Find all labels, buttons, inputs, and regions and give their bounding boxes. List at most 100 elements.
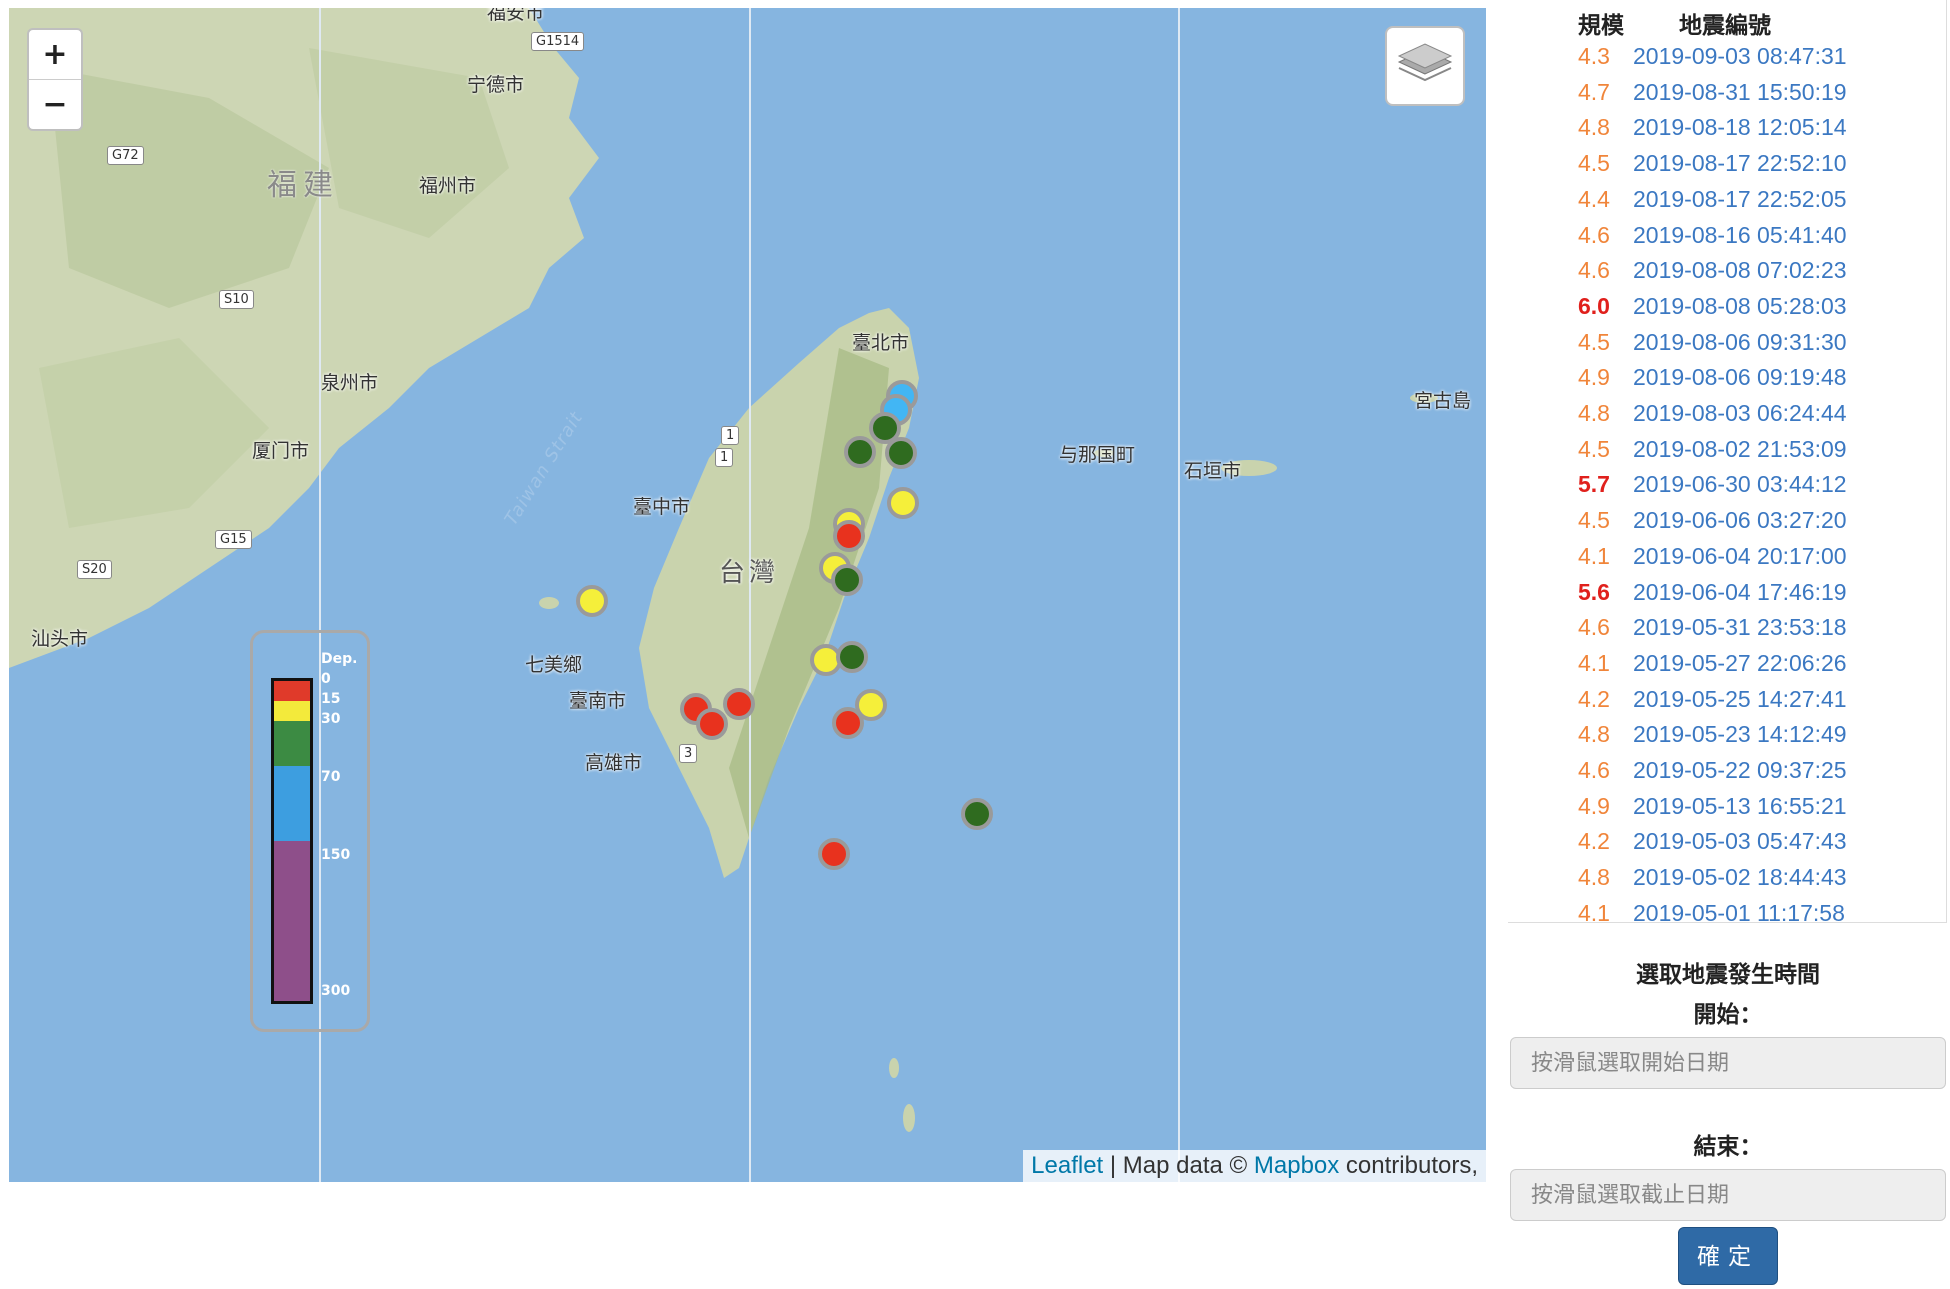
- list-item[interactable]: 4.4 2019-08-17 22:52:05: [1578, 181, 1847, 217]
- earthquake-marker[interactable]: [885, 437, 917, 469]
- list-item[interactable]: 5.6 2019-06-04 17:46:19: [1578, 574, 1847, 610]
- end-date-input[interactable]: 按滑鼠選取截止日期: [1510, 1169, 1946, 1221]
- magnitude-value: 4.5: [1578, 328, 1610, 355]
- earthquake-marker[interactable]: [723, 688, 755, 720]
- start-date-input[interactable]: 按滑鼠選取開始日期: [1510, 1037, 1946, 1089]
- magnitude-value: 4.1: [1578, 649, 1610, 676]
- list-item[interactable]: 4.1 2019-06-04 20:17:00: [1578, 538, 1847, 574]
- list-item[interactable]: 4.5 2019-08-17 22:52:10: [1578, 145, 1847, 181]
- quake-time-link[interactable]: 2019-05-22 09:37:25: [1633, 757, 1847, 783]
- zoom-control: + −: [27, 28, 83, 131]
- magnitude-value: 4.2: [1578, 828, 1610, 855]
- quake-time-link[interactable]: 2019-06-04 17:46:19: [1633, 579, 1847, 605]
- road-s10: S10: [219, 290, 254, 309]
- earthquake-map[interactable]: 福安市 福建 宁德市 福州市 泉州市 厦门市 汕头市 臺北市 臺中市 台灣 七美…: [9, 8, 1486, 1182]
- quake-time-link[interactable]: 2019-05-31 23:53:18: [1633, 614, 1847, 640]
- quake-time-link[interactable]: 2019-08-08 05:28:03: [1633, 293, 1847, 319]
- magnitude-value: 4.5: [1578, 150, 1610, 177]
- earthquake-marker[interactable]: [696, 708, 728, 740]
- list-item[interactable]: 4.8 2019-05-02 18:44:43: [1578, 859, 1847, 895]
- quake-time-link[interactable]: 2019-05-23 14:12:49: [1633, 721, 1847, 747]
- mapbox-link[interactable]: Mapbox: [1254, 1152, 1339, 1179]
- start-label: 開始：: [1693, 1001, 1763, 1027]
- earthquake-list[interactable]: 規模 地震編號 4.3 2019-09-03 08:47:31 4.7 2019-08-…: [1508, 0, 1947, 923]
- quake-time-link[interactable]: 2019-08-18 12:05:14: [1633, 114, 1847, 140]
- quake-time-link[interactable]: 2019-05-01 11:17:58: [1633, 900, 1845, 922]
- list-item[interactable]: 4.7 2019-08-31 15:50:19: [1578, 74, 1847, 110]
- magnitude-value: 4.3: [1578, 43, 1610, 69]
- earthquake-marker[interactable]: [818, 838, 850, 870]
- quake-time-link[interactable]: 2019-08-17 22:52:10: [1633, 150, 1847, 176]
- legend-tick-30: 30: [321, 711, 341, 727]
- quake-time-link[interactable]: 2019-06-06 03:27:20: [1633, 507, 1847, 533]
- attribution-tail: contributors,: [1339, 1152, 1478, 1179]
- list-item[interactable]: 6.0 2019-08-08 05:28:03: [1578, 288, 1847, 324]
- list-item[interactable]: 4.6 2019-08-08 07:02:23: [1578, 252, 1847, 288]
- list-item[interactable]: 4.2 2019-05-03 05:47:43: [1578, 823, 1847, 859]
- magnitude-value: 4.8: [1578, 864, 1610, 891]
- list-item[interactable]: 4.8 2019-05-23 14:12:49: [1578, 716, 1847, 752]
- magnitude-value: 4.8: [1578, 400, 1610, 426]
- list-item[interactable]: 4.1 2019-05-01 11:17:58: [1578, 895, 1845, 922]
- list-item[interactable]: 4.1 2019-05-27 22:06:26: [1578, 645, 1847, 681]
- quake-time-link[interactable]: 2019-05-25 14:27:41: [1633, 686, 1847, 712]
- earthquake-marker[interactable]: [887, 487, 919, 519]
- confirm-button[interactable]: 確定: [1678, 1227, 1778, 1285]
- earthquake-marker[interactable]: [810, 644, 842, 676]
- header-magnitude: 規模: [1578, 12, 1624, 38]
- quake-time-link[interactable]: 2019-08-03 06:24:44: [1633, 400, 1847, 426]
- quake-time-link[interactable]: 2019-05-03 05:47:43: [1633, 828, 1847, 854]
- quake-time-link[interactable]: 2019-08-06 09:31:30: [1633, 329, 1847, 355]
- list-item[interactable]: 4.5 2019-08-02 21:53:09: [1578, 431, 1847, 467]
- road-1b: 1: [715, 448, 734, 467]
- quake-time-link[interactable]: 2019-05-02 18:44:43: [1633, 864, 1847, 890]
- earthquake-marker[interactable]: [576, 585, 608, 617]
- quake-time-link[interactable]: 2019-08-17 22:52:05: [1633, 186, 1847, 212]
- zoom-out-button[interactable]: −: [29, 79, 81, 129]
- list-item[interactable]: 4.9 2019-08-06 09:19:48: [1578, 359, 1847, 395]
- quake-time-link[interactable]: 2019-09-03 08:47:31: [1633, 43, 1847, 69]
- leaflet-link[interactable]: Leaflet: [1031, 1152, 1103, 1179]
- quake-time-link[interactable]: 2019-08-06 09:19:48: [1633, 364, 1847, 390]
- road-g72: G72: [107, 146, 144, 165]
- earthquake-marker[interactable]: [836, 641, 868, 673]
- earthquake-marker[interactable]: [832, 707, 864, 739]
- list-item[interactable]: 4.5 2019-08-06 09:31:30: [1578, 324, 1847, 360]
- depth-legend: Dep. 0 15 30 70 150 300: [250, 630, 370, 1032]
- magnitude-value: 6.0: [1578, 292, 1610, 319]
- list-item[interactable]: 4.9 2019-05-13 16:55:21: [1578, 788, 1847, 824]
- quake-time-link[interactable]: 2019-05-27 22:06:26: [1633, 650, 1847, 676]
- earthquake-marker[interactable]: [844, 436, 876, 468]
- quake-time-link[interactable]: 2019-08-08 07:02:23: [1633, 257, 1847, 283]
- label-fujian: 福建: [267, 168, 339, 203]
- list-item[interactable]: 4.6 2019-05-31 23:53:18: [1578, 609, 1847, 645]
- list-item[interactable]: 4.6 2019-05-22 09:37:25: [1578, 752, 1847, 788]
- earthquake-marker[interactable]: [869, 412, 901, 444]
- quake-time-link[interactable]: 2019-08-31 15:50:19: [1633, 79, 1847, 105]
- list-item[interactable]: 4.5 2019-06-06 03:27:20: [1578, 502, 1847, 538]
- magnitude-value: 4.6: [1578, 757, 1610, 783]
- list-item[interactable]: 5.7 2019-06-30 03:44:12: [1578, 466, 1847, 502]
- layers-button[interactable]: [1385, 26, 1465, 106]
- list-item[interactable]: 4.2 2019-05-25 14:27:41: [1578, 681, 1847, 717]
- list-item[interactable]: 4.3 2019-09-03 08:47:31: [1578, 38, 1847, 74]
- list-item[interactable]: 4.6 2019-08-16 05:41:40: [1578, 217, 1847, 253]
- list-item[interactable]: 4.8 2019-08-18 12:05:14: [1578, 109, 1847, 145]
- date-picker-title: 選取地震發生時間: [1636, 961, 1820, 987]
- earthquake-marker[interactable]: [831, 564, 863, 596]
- quake-time-link[interactable]: 2019-05-13 16:55:21: [1633, 793, 1847, 819]
- map-base-layer: [9, 8, 1438, 1182]
- earthquake-marker[interactable]: [961, 798, 993, 830]
- list-item[interactable]: 4.8 2019-08-03 06:24:44: [1578, 395, 1847, 431]
- magnitude-value: 4.7: [1578, 78, 1610, 105]
- quake-time-link[interactable]: 2019-08-16 05:41:40: [1633, 222, 1847, 248]
- earthquake-marker[interactable]: [833, 520, 865, 552]
- magnitude-value: 4.9: [1578, 792, 1610, 819]
- quake-time-link[interactable]: 2019-08-02 21:53:09: [1633, 436, 1847, 462]
- magnitude-value: 4.8: [1578, 721, 1610, 748]
- end-label: 結束：: [1693, 1133, 1763, 1159]
- zoom-in-button[interactable]: +: [29, 30, 81, 79]
- quake-time-link[interactable]: 2019-06-30 03:44:12: [1633, 471, 1847, 497]
- quake-time-link[interactable]: 2019-06-04 20:17:00: [1633, 543, 1847, 569]
- magnitude-value: 4.2: [1578, 685, 1610, 712]
